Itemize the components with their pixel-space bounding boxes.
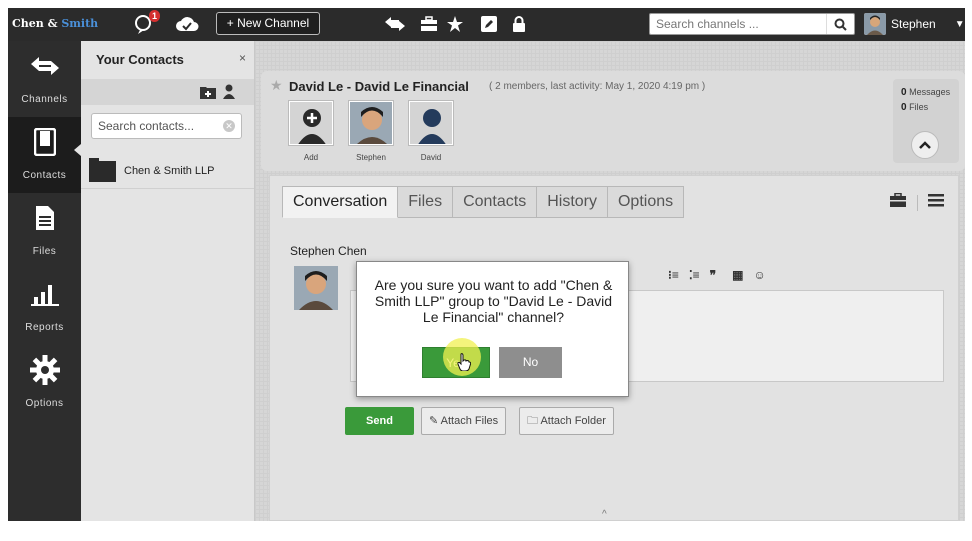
confirm-dialog: Are you sure you want to add "Chen & Smi…	[356, 261, 629, 397]
member-label: Add	[303, 153, 319, 162]
brand-part-2: Smith	[61, 17, 99, 30]
star-icon[interactable]	[444, 13, 466, 35]
contact-search-input[interactable]	[92, 114, 210, 138]
contact-group-name: Chen & Smith LLP	[124, 165, 215, 177]
transfer-arrows-icon	[30, 49, 60, 83]
contact-search-box: ✕	[91, 113, 242, 139]
no-button[interactable]: No	[499, 347, 562, 378]
channel-search-box	[649, 13, 855, 35]
channel-tabs: Conversation Files Contacts History Opti…	[282, 186, 685, 218]
active-indicator	[74, 144, 81, 156]
nav-item-contacts[interactable]: Contacts	[8, 117, 81, 193]
chevron-down-icon[interactable]: ▼	[955, 19, 965, 30]
tab-conversation[interactable]: Conversation	[282, 186, 399, 218]
channel-title: David Le - David Le Financial	[289, 79, 469, 94]
nav-label-channels: Channels	[21, 94, 68, 105]
nav-label-reports: Reports	[25, 322, 64, 333]
member-avatar	[409, 101, 453, 145]
format-toolbar: ⁝≡ ⁚≡ ❞ ▦ ☺	[668, 268, 766, 282]
nav-item-channels[interactable]: Channels	[8, 41, 81, 117]
tab-files[interactable]: Files	[398, 186, 454, 218]
brand-part-1: Chen &	[12, 17, 62, 30]
member-david[interactable]: David	[409, 101, 453, 162]
send-button[interactable]: Send	[345, 407, 414, 435]
author-avatar	[294, 266, 338, 310]
nav-item-options[interactable]: Options	[8, 345, 81, 421]
composer-author: Stephen Chen	[290, 244, 367, 258]
hand-cursor-icon	[457, 353, 472, 376]
notification-badge: 1	[148, 10, 160, 22]
contact-group-row[interactable]: Chen & Smith LLP	[81, 154, 254, 189]
files-count: 0	[901, 102, 907, 113]
new-channel-button[interactable]: + New Channel	[216, 12, 320, 35]
bar-chart-icon	[30, 277, 60, 311]
add-contact-icon[interactable]	[222, 84, 236, 104]
cloud-sync-icon[interactable]	[174, 13, 200, 35]
messages-label: Messages	[909, 87, 951, 97]
numbered-list-icon[interactable]: ⁝≡	[668, 268, 679, 282]
add-folder-icon[interactable]	[200, 85, 216, 104]
folder-icon	[89, 158, 116, 182]
chevron-up-icon	[919, 141, 931, 149]
edit-icon[interactable]	[478, 13, 500, 35]
attach-folder-button[interactable]: 🗀 Attach Folder	[519, 407, 614, 435]
quote-icon[interactable]: ❞	[710, 268, 716, 282]
contacts-toolbar	[81, 79, 254, 105]
left-nav: Channels Contacts Files Reports Options	[8, 41, 81, 521]
add-member-icon	[289, 101, 333, 145]
document-icon	[30, 201, 60, 235]
member-stephen[interactable]: Stephen	[349, 101, 393, 162]
channel-stats: 0 Messages 0 Files	[893, 79, 959, 163]
close-icon[interactable]: ×	[239, 51, 246, 65]
add-member-button[interactable]: Add	[289, 101, 333, 162]
user-avatar	[864, 13, 886, 35]
member-label: David	[420, 153, 442, 162]
nav-label-options: Options	[25, 398, 64, 409]
lock-icon[interactable]	[508, 13, 530, 35]
tab-options[interactable]: Options	[607, 186, 685, 218]
bullet-list-icon[interactable]: ⁚≡	[689, 268, 700, 282]
nav-label-files: Files	[32, 246, 57, 257]
divider	[917, 194, 918, 211]
files-stat: 0 Files	[901, 100, 959, 115]
attach-files-button[interactable]: ✎ Attach Files	[421, 407, 507, 435]
files-label: Files	[909, 102, 929, 112]
collapse-button[interactable]	[911, 131, 939, 159]
briefcase-icon[interactable]	[889, 192, 907, 212]
messages-stat: 0 Messages	[901, 85, 959, 100]
chevron-up-icon[interactable]: ^	[602, 509, 607, 520]
user-name: Stephen	[891, 17, 936, 31]
member-avatar	[349, 101, 393, 145]
briefcase-icon[interactable]	[418, 13, 440, 35]
dialog-message: Are you sure you want to add "Chen & Smi…	[374, 277, 613, 325]
channel-meta: ( 2 members, last activity: May 1, 2020 …	[489, 81, 706, 92]
search-icon[interactable]	[826, 14, 854, 34]
transfer-arrows-icon[interactable]	[382, 13, 408, 35]
gear-icon	[30, 353, 60, 387]
contacts-panel-title: Your Contacts	[96, 52, 184, 67]
favorite-star-icon[interactable]: ★	[270, 77, 283, 94]
messages-count: 0	[901, 87, 907, 98]
channel-header-card: ★ David Le - David Le Financial ( 2 memb…	[261, 71, 965, 171]
member-label: Stephen	[356, 153, 386, 162]
table-icon[interactable]: ▦	[732, 268, 743, 282]
tab-actions	[889, 192, 944, 212]
nav-label-contacts: Contacts	[22, 170, 67, 181]
tab-contacts[interactable]: Contacts	[453, 186, 538, 218]
user-menu[interactable]: Stephen ▼	[864, 13, 965, 35]
address-book-icon	[30, 125, 60, 159]
top-bar: Chen & Smith 1 + New Channel Search chan…	[8, 8, 965, 41]
contacts-panel: Your Contacts × ✕ Chen & Smith LLP	[81, 41, 255, 521]
emoji-icon[interactable]: ☺	[753, 268, 765, 282]
clear-search-icon[interactable]: ✕	[223, 120, 235, 132]
brand-logo[interactable]: Chen & Smith	[12, 17, 98, 30]
app-window: Chen & Smith 1 + New Channel Search chan…	[8, 8, 965, 521]
nav-item-files[interactable]: Files	[8, 193, 81, 269]
channel-search-input[interactable]	[650, 14, 820, 34]
tab-history[interactable]: History	[537, 186, 608, 218]
nav-item-reports[interactable]: Reports	[8, 269, 81, 345]
notifications-icon[interactable]: 1	[132, 10, 160, 35]
menu-icon[interactable]	[928, 193, 944, 212]
